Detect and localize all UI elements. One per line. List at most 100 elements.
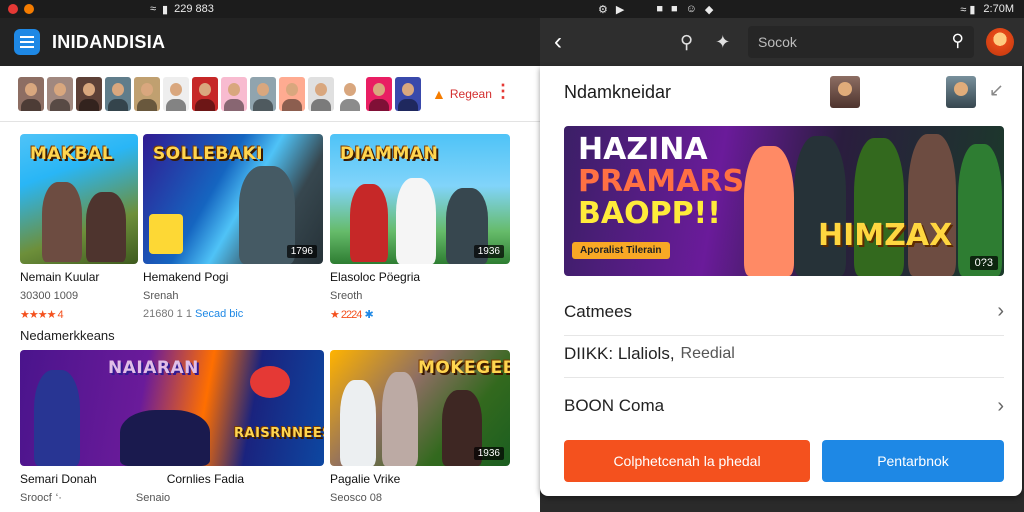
video-card[interactable]: DIAMMAN 1936 Elasoloc Pöegria Sreoth ★ 2… [330, 134, 510, 321]
duration-badge: 1936 [473, 447, 504, 460]
search-icon[interactable]: ⚲ [952, 31, 964, 51]
banner-brand: HIMZAX [818, 218, 953, 253]
emoji-icon: ☺ [685, 3, 697, 15]
menu-icon[interactable] [14, 29, 40, 55]
primary-button[interactable]: Colphetcenah la phedal [564, 440, 810, 482]
emblem-figure [250, 366, 290, 398]
avatar[interactable] [830, 76, 860, 108]
back-icon[interactable]: ‹ [554, 28, 576, 56]
video-card[interactable]: NAIARAN RAISRNNEES Semari Donah Cornlies… [20, 350, 324, 504]
video-title: Semari Donah Cornlies Fadia [20, 472, 245, 486]
search-input[interactable]: Socok ⚲ [748, 26, 974, 58]
character-figure [794, 136, 846, 276]
character-figure [350, 184, 388, 262]
collapse-icon[interactable]: ↙ [989, 80, 1004, 101]
character-figure [908, 134, 956, 276]
shield-figure [149, 214, 183, 254]
avatar[interactable] [395, 76, 421, 111]
character-figure [42, 182, 82, 262]
wifi-icon: ≈ ▮ [960, 3, 976, 16]
row-label: DIIKK: Llaliols, [564, 343, 675, 363]
status-time: 2:70M [983, 3, 1014, 15]
play-icon: ▶ [615, 3, 625, 16]
row-coma[interactable]: BOON Coma › [564, 382, 1004, 430]
video-card[interactable]: MAKBAL Nemain Kuular 30300 1009 ★★★★ 4 [20, 134, 138, 321]
signal-icon: ▮ [162, 3, 169, 16]
avatar[interactable] [18, 76, 44, 111]
video-title: Elasoloc Pöegria [330, 270, 421, 284]
status-bar: ⚙ ▶ ■ ■ ☺ ◆ ≈ ▮ 2:70M [540, 0, 1024, 18]
row-categories[interactable]: Catmees › [564, 288, 1004, 336]
photo-icon: ■ [656, 3, 663, 15]
duration-badge: 1796 [286, 245, 317, 258]
profile-avatar[interactable] [986, 28, 1014, 56]
banner-headline: HAZINA PRAMARS BAOPP!! [578, 132, 745, 231]
right-pane: ⚙ ▶ ■ ■ ☺ ◆ ≈ ▮ 2:70M ‹ ⚲ ✦ Socok ⚲ Ndam… [540, 0, 1024, 512]
video-thumbnail[interactable]: DIAMMAN 1936 [330, 134, 510, 264]
video-card[interactable]: SOLLEBAKI 1796 Hemakend Pogi Srenah 2168… [143, 134, 323, 320]
character-figure [396, 178, 436, 264]
settings-icon: ⚙ [598, 3, 608, 16]
app-icon: ■ [671, 3, 678, 15]
register-label: Regean [449, 86, 492, 101]
register-link[interactable]: ▲ Regean [432, 86, 492, 102]
chevron-right-icon: › [997, 300, 1004, 322]
avatar[interactable] [76, 76, 102, 111]
featured-banner[interactable]: HAZINA PRAMARS BAOPP!! Aporalist Tilerai… [564, 126, 1004, 276]
avatar[interactable] [366, 76, 392, 111]
video-title: Nemain Kuular [20, 270, 100, 284]
avatar[interactable] [946, 76, 976, 108]
top-bar: ‹ ⚲ ✦ Socok ⚲ [540, 18, 1024, 66]
secondary-button[interactable]: Pentarbnok [822, 440, 1004, 482]
thumb-logo: DIAMMAN [340, 144, 439, 164]
avatar[interactable] [192, 76, 218, 111]
video-rating: 21680 1 1 Secad bic [143, 308, 244, 320]
detail-sheet: Ndamkneidar ↙ HAZINA PRAMARS BAOPP!! Apo… [540, 66, 1022, 496]
army-figure [120, 410, 210, 466]
video-card[interactable]: MOKEGEB 1936 Pagalie Vrike Seosco 08 [330, 350, 510, 504]
video-meta: Sreoth [330, 290, 363, 302]
avatar[interactable] [308, 76, 334, 111]
row-details[interactable]: DIIKK: Llaliols, Reedial [564, 330, 1004, 378]
status-bar: ≈ ▮ 229 883 [0, 0, 540, 18]
video-thumbnail[interactable]: SOLLEBAKI 1796 [143, 134, 323, 264]
character-figure [34, 370, 80, 466]
chevron-right-icon: › [997, 394, 1004, 417]
avatar[interactable] [279, 76, 305, 111]
avatar[interactable] [134, 76, 160, 111]
avatar[interactable] [163, 76, 189, 111]
status-time: 229 883 [174, 3, 214, 15]
video-thumbnail[interactable]: NAIARAN RAISRNNEES [20, 350, 324, 466]
wifi-icon: ≈ [150, 3, 157, 15]
avatar[interactable] [250, 76, 276, 111]
search-placeholder: Socok [758, 34, 797, 50]
video-meta: Seosco 08 [330, 492, 382, 504]
search-icon[interactable]: ⚲ [680, 32, 693, 53]
row-label: Catmees [564, 301, 633, 321]
video-title: Hemakend Pogi [143, 270, 229, 284]
thumb-logo: NAIARAN [108, 358, 199, 378]
app-bar: INIDANDISIA [0, 18, 540, 66]
left-pane: ≈ ▮ 229 883 INIDANDISIA ▲ Regean ⋮ MAKBA… [0, 0, 540, 512]
cast-icon[interactable]: ✦ [715, 32, 730, 53]
duration-badge: 0?3 [969, 256, 998, 270]
character-figure [382, 372, 418, 466]
thumb-logo: MOKEGEB [418, 358, 510, 378]
avatar[interactable] [337, 76, 363, 111]
row-label: BOON Coma [564, 396, 665, 415]
avatar[interactable] [221, 76, 247, 111]
app-title: INIDANDISIA [52, 31, 166, 52]
section-title: Nedamerkkeans [20, 328, 115, 343]
more-vert-icon[interactable]: ⋮ [494, 82, 512, 100]
video-thumbnail[interactable]: MAKBAL [20, 134, 138, 264]
duration-badge: 1936 [473, 245, 504, 258]
avatar-strip: ▲ Regean ⋮ [0, 66, 540, 122]
avatar[interactable] [105, 76, 131, 111]
sheet-title: Ndamkneidar [564, 82, 672, 102]
video-thumbnail[interactable]: MOKEGEB 1936 [330, 350, 510, 466]
notification-icon [8, 4, 18, 14]
avatar[interactable] [47, 76, 73, 111]
character-figure [86, 192, 126, 262]
character-figure [854, 138, 904, 276]
row-sub: Reedial [680, 344, 735, 362]
